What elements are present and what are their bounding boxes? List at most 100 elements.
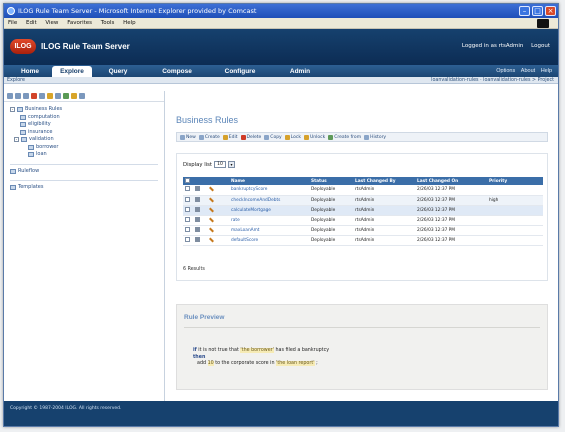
button-label: Edit: [228, 134, 238, 140]
page-title: Business Rules: [176, 115, 239, 125]
table-row[interactable]: rate Deployable rtsAdmin 2/26/03 12:37 PM: [183, 215, 543, 226]
maximize-button[interactable]: □: [532, 6, 543, 16]
edit-button[interactable]: Edit: [222, 134, 238, 140]
create-from-button[interactable]: Create from: [328, 134, 362, 140]
preview-divider: [184, 327, 540, 328]
collapse-toggle[interactable]: -: [14, 137, 19, 143]
col-changed-on[interactable]: Last Changed On: [415, 177, 487, 185]
rule-name[interactable]: maxLoanAmt: [229, 225, 309, 236]
logged-in-label[interactable]: Logged in as rtsAdmin: [462, 43, 524, 49]
tree-node-computation[interactable]: computation: [10, 114, 164, 122]
edit-icon[interactable]: [209, 237, 214, 242]
tree-node-business-rules[interactable]: - Business Rules: [10, 106, 164, 114]
rule-changed-on: 2/26/03 12:37 PM: [415, 185, 487, 196]
cut-icon[interactable]: [39, 93, 45, 99]
lock-icon[interactable]: [63, 93, 69, 99]
row-checkbox[interactable]: [185, 226, 190, 232]
menu-help[interactable]: Help: [123, 20, 136, 26]
create-button[interactable]: Create: [198, 134, 220, 140]
edit-icon[interactable]: [209, 207, 214, 212]
tab-configure[interactable]: Configure: [214, 66, 266, 77]
nav-right-links: Options About Help: [492, 65, 552, 77]
tree-node-ruleflow[interactable]: Ruleflow: [10, 168, 164, 176]
main-nav: Home Explore Query Compose Configure Adm…: [4, 65, 558, 77]
edit-icon[interactable]: [209, 197, 214, 202]
row-checkbox[interactable]: [185, 216, 190, 222]
rule-name[interactable]: rate: [229, 215, 309, 226]
col-status[interactable]: Status: [309, 177, 353, 185]
menu-favorites[interactable]: Favorites: [67, 20, 92, 26]
collapse-toggle[interactable]: -: [10, 107, 15, 113]
new-icon[interactable]: [7, 93, 13, 99]
about-link[interactable]: About: [521, 68, 535, 74]
tab-explore[interactable]: Explore: [52, 66, 92, 77]
options-link[interactable]: Options: [496, 68, 515, 74]
rule-type-cell: [193, 235, 207, 246]
edit-icon[interactable]: [209, 217, 214, 222]
folder-icon[interactable]: [15, 93, 21, 99]
tree-node-eligibility[interactable]: eligibility: [10, 121, 164, 129]
rule-changed-by: rtsAdmin: [353, 215, 415, 226]
refresh-icon[interactable]: [23, 93, 29, 99]
menu-view[interactable]: View: [45, 20, 58, 26]
if-keyword: if: [193, 348, 197, 353]
menu-file[interactable]: File: [8, 20, 17, 26]
delete-button[interactable]: Delete: [240, 134, 261, 140]
tree-node-validation[interactable]: - validation: [10, 136, 164, 144]
lock-button[interactable]: Lock: [284, 134, 301, 140]
rule-name[interactable]: checkIncomeAndDebts: [229, 195, 309, 206]
close-button[interactable]: ×: [545, 6, 556, 16]
select-all-checkbox[interactable]: [185, 177, 190, 183]
new-button[interactable]: New: [180, 134, 196, 140]
table-row[interactable]: calculateMortgage Deployable rtsAdmin 2/26/…: [183, 205, 543, 216]
edit-icon[interactable]: [209, 186, 214, 192]
rule-status: Deployable: [309, 215, 353, 226]
breadcrumb[interactable]: loanvalidation-rules · loanvalidation-ru…: [431, 77, 554, 84]
history-button[interactable]: History: [364, 134, 386, 140]
rule-text: ;: [316, 361, 318, 366]
menu-edit[interactable]: Edit: [26, 20, 37, 26]
copy-icon[interactable]: [47, 93, 53, 99]
tree-node-insurance[interactable]: insurance: [10, 129, 164, 137]
table-row[interactable]: defaultScore Deployable rtsAdmin 2/26/03 12…: [183, 235, 543, 246]
rule-changed-on: 2/26/03 12:37 PM: [415, 235, 487, 246]
tab-query[interactable]: Query: [98, 66, 138, 77]
paste-icon[interactable]: [55, 93, 61, 99]
table-row[interactable]: checkIncomeAndDebts Deployable rtsAdmin 2/2…: [183, 195, 543, 206]
table-row[interactable]: bankruptcyScore Deployable rtsAdmin 2/26/03…: [183, 185, 543, 196]
row-checkbox[interactable]: [185, 186, 190, 192]
display-select[interactable]: 10: [214, 161, 226, 168]
unlock-icon[interactable]: [71, 93, 77, 99]
table-row[interactable]: maxLoanAmt Deployable rtsAdmin 2/26/03 12:3…: [183, 225, 543, 236]
folder-tree: - Business Rules computation eligibility …: [4, 102, 164, 192]
rule-changed-on: 2/26/03 12:37 PM: [415, 195, 487, 206]
copy-button[interactable]: Copy: [264, 134, 282, 140]
rule-name[interactable]: defaultScore: [229, 235, 309, 246]
tab-home[interactable]: Home: [10, 66, 50, 77]
help-link[interactable]: Help: [541, 68, 552, 74]
unlock-button[interactable]: Unlock: [303, 134, 325, 140]
folder-icon: [28, 152, 34, 158]
rule-name[interactable]: bankruptcyScore: [229, 185, 309, 196]
col-priority[interactable]: Priority: [487, 177, 543, 185]
rule-name[interactable]: calculateMortgage: [229, 205, 309, 216]
tree-node-borrower[interactable]: borrower: [10, 144, 164, 152]
col-name[interactable]: Name: [229, 177, 309, 185]
menu-tools[interactable]: Tools: [101, 20, 115, 26]
edit-icon[interactable]: [209, 227, 214, 232]
tab-compose[interactable]: Compose: [152, 66, 202, 77]
display-go-button[interactable]: ▾: [228, 161, 235, 168]
tab-admin[interactable]: Admin: [280, 66, 320, 77]
logout-link[interactable]: Logout: [531, 43, 550, 49]
button-label: Create from: [334, 134, 362, 140]
row-checkbox[interactable]: [185, 236, 190, 242]
properties-icon[interactable]: [79, 93, 85, 99]
delete-icon[interactable]: [31, 93, 37, 99]
col-changed-by[interactable]: Last Changed By: [353, 177, 415, 185]
row-checkbox[interactable]: [185, 206, 190, 212]
row-checkbox[interactable]: [185, 196, 190, 202]
tree-node-loan[interactable]: loan: [10, 151, 164, 159]
minimize-button[interactable]: –: [519, 6, 530, 16]
then-keyword: then: [193, 354, 206, 360]
tree-node-templates[interactable]: Templates: [10, 184, 164, 192]
